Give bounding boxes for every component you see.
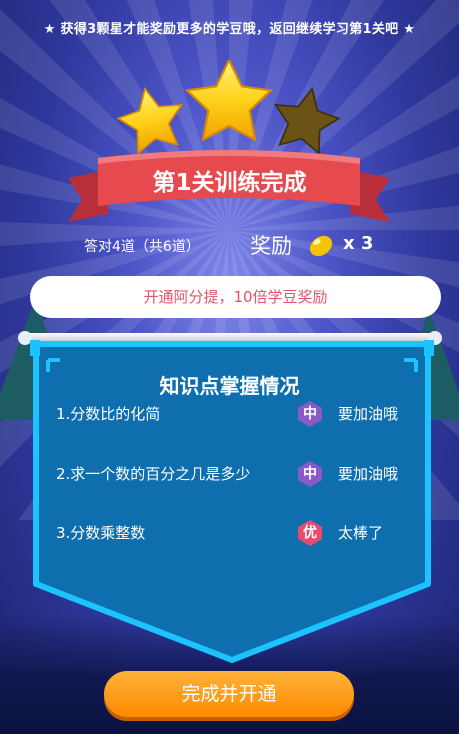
knowledge-item-name: 3.分数乘整数 [56, 524, 146, 542]
knowledge-item-name: 2.求一个数的百分之几是多少 [56, 465, 251, 483]
knowledge-item-comment: 要加油哦 [338, 465, 399, 483]
answered-count: 答对4道（共6道） [84, 239, 200, 255]
bean-icon [309, 235, 333, 257]
grade-badge: 中 [303, 406, 317, 422]
knowledge-item-name: 1.分数比的化简 [56, 405, 161, 423]
star-3-icon [273, 86, 341, 155]
result-stats: 答对4道（共6道） 奖励 x 3 [0, 232, 459, 262]
star-1-icon [116, 86, 184, 155]
reward-label: 奖励 [250, 234, 292, 258]
grade-badge: 中 [303, 466, 317, 482]
level-complete-title: 第1关训练完成 [152, 170, 307, 196]
knowledge-item-comment: 要加油哦 [338, 405, 399, 423]
star-2-icon [184, 60, 274, 142]
finish-and-activate-button[interactable]: 完成并开通 [104, 671, 354, 717]
grade-badge: 优 [303, 525, 317, 541]
reward-multiplier: x 3 [343, 233, 374, 254]
promo-button[interactable]: 开通阿分提，10倍学豆奖励 [30, 276, 441, 318]
knowledge-title: 知识点掌握情况 [159, 374, 300, 398]
star-notice: ★ 获得3颗星才能奖励更多的学豆哦，返回继续学习第1关吧 ★ [43, 22, 416, 37]
knowledge-item-comment: 太棒了 [338, 524, 384, 542]
